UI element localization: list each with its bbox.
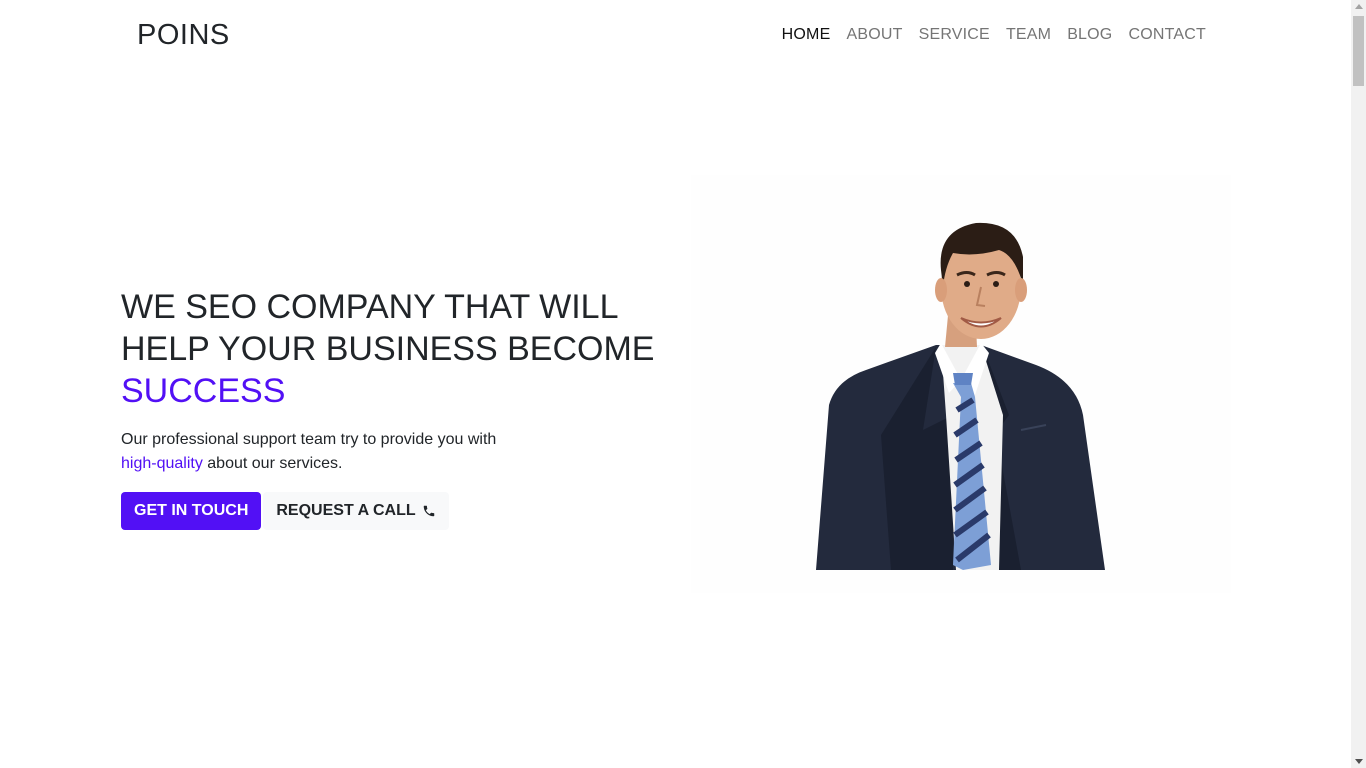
- nav-about[interactable]: ABOUT: [846, 26, 902, 44]
- page-scrollbar[interactable]: [1351, 0, 1366, 768]
- hero-text-line1: Our professional support team try to pro…: [121, 431, 497, 448]
- request-call-label: REQUEST A CALL: [276, 502, 416, 519]
- main-nav: HOME ABOUT SERVICE TEAM BLOG CONTACT: [782, 26, 1206, 44]
- nav-service[interactable]: SERVICE: [919, 26, 990, 44]
- brand-logo[interactable]: POINS: [137, 19, 230, 52]
- businessman-illustration: [816, 222, 1105, 570]
- hero-image: [691, 175, 1231, 593]
- get-in-touch-button[interactable]: GET IN TOUCH: [121, 492, 262, 530]
- phone-icon: [423, 505, 434, 517]
- nav-team[interactable]: TEAM: [1006, 26, 1051, 44]
- scroll-down-icon[interactable]: [1355, 759, 1363, 764]
- hero-text-highlight: high-quality: [121, 455, 203, 472]
- hero-title: WE SEO COMPANY THAT WILL HELP YOUR BUSIN…: [121, 286, 661, 412]
- nav-home[interactable]: HOME: [782, 26, 831, 44]
- hero-title-line2: HELP YOUR BUSINESS BECOME: [121, 330, 655, 368]
- scroll-up-icon[interactable]: [1355, 4, 1363, 9]
- hero-buttons: GET IN TOUCH REQUEST A CALL: [121, 492, 449, 530]
- hero-title-line1: WE SEO COMPANY THAT WILL: [121, 288, 619, 326]
- hero-text-rest: about our services.: [207, 455, 343, 472]
- request-call-button[interactable]: REQUEST A CALL: [263, 492, 449, 530]
- scroll-thumb[interactable]: [1353, 16, 1364, 86]
- nav-contact[interactable]: CONTACT: [1128, 26, 1206, 44]
- hero-description: Our professional support team try to pro…: [121, 428, 541, 476]
- nav-blog[interactable]: BLOG: [1067, 26, 1112, 44]
- page: POINS HOME ABOUT SERVICE TEAM BLOG CONTA…: [0, 0, 1351, 768]
- hero-title-accent: SUCCESS: [121, 372, 286, 410]
